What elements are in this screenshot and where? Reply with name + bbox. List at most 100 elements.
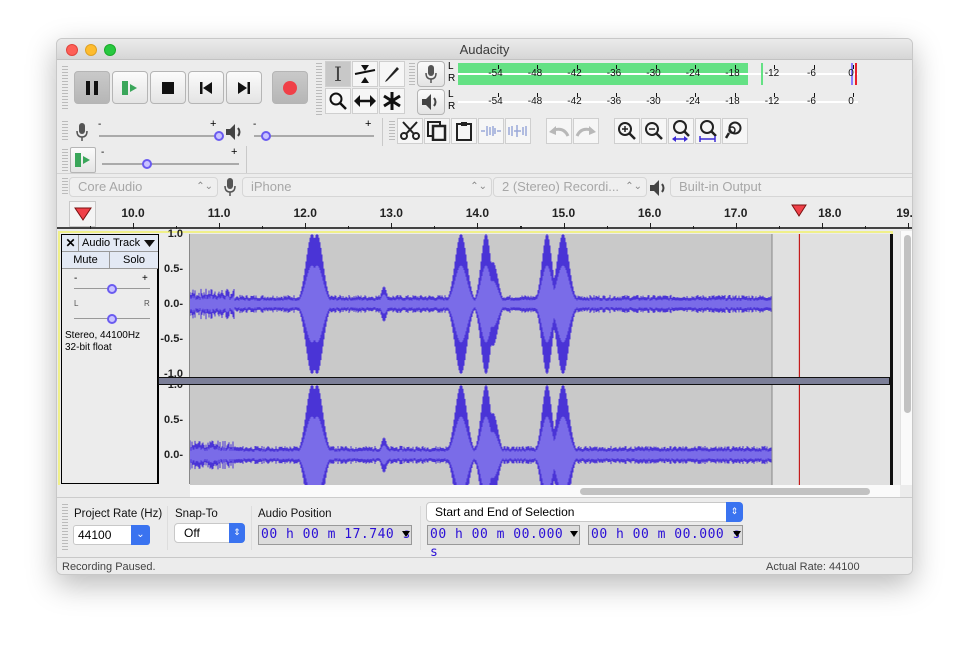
waveform-right-channel[interactable]	[190, 385, 890, 485]
mute-button[interactable]: Mute	[62, 252, 110, 269]
playback-volume-slider[interactable]	[254, 128, 374, 141]
slider-thumb[interactable]	[107, 314, 117, 324]
play-speed-slider[interactable]	[102, 156, 239, 169]
playback-device-select[interactable]: Built-in Output	[670, 177, 912, 197]
channel-separator[interactable]	[158, 377, 890, 385]
fit-project-button[interactable]	[695, 118, 721, 144]
recording-device-select[interactable]: iPhone ⌃⌄	[242, 177, 492, 197]
amplitude-scale-right-channel[interactable]: 1.0 0.5- 0.0-	[159, 379, 189, 485]
play-at-speed-grip[interactable]	[62, 149, 68, 171]
horizontal-scrollbar-thumb[interactable]	[580, 488, 870, 495]
zoom-in-button[interactable]	[614, 118, 640, 144]
skip-to-end-button[interactable]	[226, 71, 262, 104]
solo-button[interactable]: Solo	[110, 252, 158, 269]
track-pan-slider[interactable]	[74, 311, 150, 324]
skip-to-start-button[interactable]	[188, 71, 224, 104]
envelope-tool-button[interactable]	[352, 61, 378, 87]
window-title: Audacity	[459, 42, 510, 57]
zoom-window-button[interactable]	[104, 44, 116, 56]
project-rate-combo[interactable]: 44100 ⌄	[73, 525, 150, 545]
time-shift-tool-button[interactable]	[352, 88, 378, 114]
zoom-toggle-button[interactable]	[722, 118, 748, 144]
playback-meter-button[interactable]	[417, 89, 445, 115]
track-sample-format: 32-bit float	[65, 342, 112, 353]
vertical-scrollbar-thumb[interactable]	[904, 235, 911, 413]
selection-tool-button[interactable]: I	[325, 61, 351, 87]
snap-to-stepper[interactable]: ⇕	[229, 523, 245, 543]
record-meter-button[interactable]	[417, 61, 445, 87]
recording-volume-slider[interactable]	[99, 128, 224, 141]
selection-end-time-control[interactable]: 00 h 00 m 00.000 s	[588, 525, 743, 545]
edit-toolbar-grip[interactable]	[389, 121, 395, 141]
ruler-major-tick	[133, 223, 134, 229]
pause-button[interactable]	[74, 71, 110, 104]
trim-icon	[481, 126, 501, 136]
project-rate-dropdown-button[interactable]: ⌄	[131, 525, 150, 545]
selection-mode-stepper[interactable]: ⇕	[726, 502, 743, 522]
stop-button[interactable]	[150, 71, 186, 104]
dropdown-arrow-icon[interactable]	[733, 531, 741, 537]
meter-tick-label: -42	[567, 96, 582, 107]
play-at-speed-button[interactable]	[70, 147, 96, 173]
close-window-button[interactable]	[66, 44, 78, 56]
vertical-scrollbar[interactable]	[900, 231, 912, 485]
undo-button[interactable]	[546, 118, 572, 144]
slider-thumb[interactable]	[107, 284, 117, 294]
recording-channels-select[interactable]: 2 (Stereo) Recordi... ⌃⌄	[493, 177, 647, 197]
snap-to-select[interactable]: Off ⇕	[174, 523, 245, 543]
ruler-minor-tick	[90, 226, 91, 229]
record-meter[interactable]: -54 -48 -42 -36 -30 -24 -18 -12 -6 0	[458, 61, 858, 87]
track-gain-slider[interactable]	[74, 281, 150, 294]
trim-audio-button[interactable]	[478, 118, 504, 144]
silence-audio-button[interactable]	[505, 118, 531, 144]
zoom-out-button[interactable]	[641, 118, 667, 144]
updown-chevron-icon: ⌃⌄	[625, 181, 642, 192]
playhead-marker-icon[interactable]	[791, 204, 807, 217]
transport-toolbar-grip[interactable]	[62, 66, 68, 111]
timeline-ruler[interactable]: 10.0 11.0 12.0 13.0 14.0 15.0 16.0 17.0 18.0 19.0	[57, 199, 912, 229]
ruler-major-tick	[563, 223, 565, 229]
mixer-toolbar-grip[interactable]	[62, 121, 68, 141]
dropdown-arrow-icon	[144, 240, 155, 247]
draw-tool-button[interactable]	[379, 61, 405, 87]
tools-toolbar-grip[interactable]	[316, 63, 322, 115]
pencil-icon	[385, 67, 399, 82]
slider-thumb[interactable]	[261, 131, 271, 141]
minimize-window-button[interactable]	[85, 44, 97, 56]
copy-button[interactable]	[424, 118, 450, 144]
silence-icon	[508, 125, 527, 137]
actual-rate: Actual Rate: 44100	[766, 561, 860, 573]
close-icon: ✕	[65, 236, 76, 250]
paste-button[interactable]	[451, 118, 477, 144]
play-button[interactable]	[112, 71, 148, 104]
track-menu-button[interactable]: Audio Track	[80, 235, 158, 251]
dropdown-arrow-icon[interactable]	[402, 531, 410, 537]
horizontal-scrollbar[interactable]	[190, 485, 900, 497]
multi-tool-button[interactable]	[379, 88, 405, 114]
redo-button[interactable]	[573, 118, 599, 144]
selection-mode-select[interactable]: Start and End of Selection ⇕	[426, 502, 743, 522]
cut-button[interactable]	[397, 118, 423, 144]
dropdown-arrow-icon[interactable]	[570, 531, 578, 537]
track-area: ✕ Audio Track Mute Solo - + L R Stereo, …	[57, 228, 912, 497]
close-track-button[interactable]: ✕	[63, 235, 79, 251]
record-button[interactable]	[272, 71, 308, 104]
ruler-minor-tick	[778, 226, 780, 229]
selection-start-value: 00 h 00 m 00.000 s	[430, 527, 564, 560]
speaker-icon	[650, 180, 665, 196]
selection-toolbar-grip[interactable]	[62, 504, 68, 552]
slider-thumb[interactable]	[214, 131, 224, 141]
meter-tick-label: -30	[646, 68, 661, 79]
zoom-tool-button[interactable]	[325, 88, 351, 114]
playback-meter[interactable]: -54 -48 -42 -36 -30 -24 -18 -12 -6 0	[458, 89, 858, 115]
waveform-left-channel[interactable]	[190, 234, 890, 377]
record-meter-grip[interactable]	[409, 63, 415, 87]
selection-start-time-control[interactable]: 00 h 00 m 00.000 s	[427, 525, 580, 560]
audio-host-select[interactable]: Core Audio ⌃⌄	[69, 177, 218, 197]
audio-position-time-control[interactable]: 00 h 00 m 17.740 s	[258, 525, 412, 545]
device-toolbar-grip[interactable]	[62, 178, 68, 194]
amplitude-scale-left-channel[interactable]: 1.0 0.5- 0.0- -0.5- -1.0	[159, 228, 189, 380]
meter-tick-label: -12	[764, 68, 780, 79]
slider-thumb[interactable]	[142, 159, 153, 169]
fit-selection-button[interactable]	[668, 118, 694, 144]
